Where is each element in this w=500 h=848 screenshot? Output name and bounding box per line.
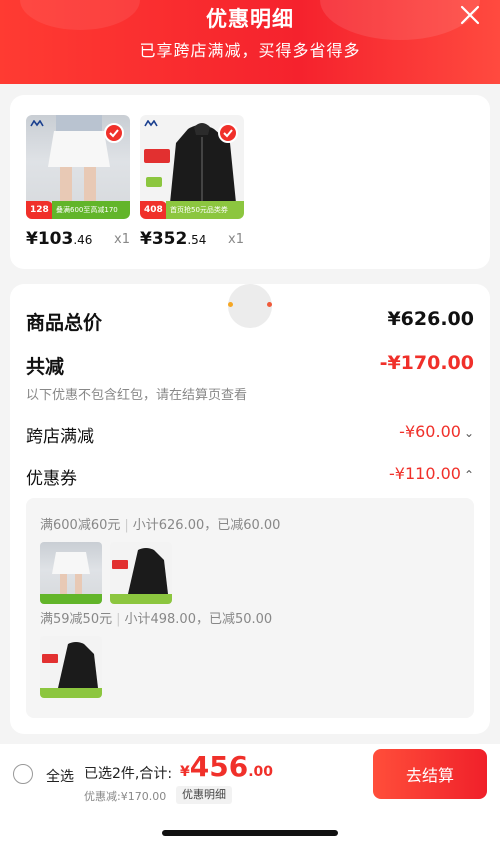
chevron-down-icon: ⌄: [463, 425, 474, 440]
cross-store-value: -¥60.00 ⌄: [399, 422, 474, 441]
checkout-bar: 全选 已选2件,合计: ¥456.00 优惠减:¥170.00 优惠明细 去结算: [0, 744, 500, 848]
chevron-up-icon: ⌃: [463, 467, 474, 482]
coupon-rule-line: 满600减60元 | 小计626.00，已减60.00: [40, 518, 281, 533]
loading-dot: [267, 302, 272, 307]
tag-price-badge: 128: [26, 201, 53, 219]
header-banner: 优惠明细 已享跨店满减，买得多省得多: [0, 0, 500, 84]
jacket-figure-icon: [40, 642, 102, 698]
coupon-value: -¥110.00 ⌃: [389, 464, 474, 483]
product-image: 128 叠满600至高减170: [26, 115, 130, 219]
discount-summary-card: 商品总价 ¥626.00 共减 -¥170.00 以下优惠不包含红包，请在结算页…: [10, 284, 490, 734]
product-price: ¥352.54: [140, 229, 207, 249]
discount-amount-label: 优惠减:¥170.00: [84, 790, 167, 803]
selected-check-icon[interactable]: [104, 123, 124, 143]
product-item[interactable]: 408 首页抢50元品类券 ¥352.54 x1: [140, 115, 244, 249]
selected-count-label: 已选2件,合计:: [84, 766, 173, 782]
jacket-figure-icon: [110, 548, 172, 604]
product-quantity: x1: [114, 232, 130, 247]
select-all-label[interactable]: 全选: [46, 766, 74, 786]
page-title: 优惠明细: [206, 7, 294, 31]
product-quantity: x1: [228, 232, 244, 247]
promo-strip: 首页抢50元品类券: [166, 201, 244, 219]
promo-strip: 叠满600至高减170: [52, 201, 130, 219]
close-icon[interactable]: [458, 3, 482, 27]
product-list-card: 128 叠满600至高减170 ¥103.46 x1 408 首页抢50元品类券: [10, 95, 490, 269]
product-image: 408 首页抢50元品类券: [140, 115, 244, 219]
cross-store-row[interactable]: 跨店满减 -¥60.00 ⌄: [26, 422, 474, 447]
coupon-product-thumb: [40, 542, 102, 604]
product-item[interactable]: 128 叠满600至高减170 ¥103.46 x1: [26, 115, 130, 249]
total-discount-value: -¥170.00: [379, 352, 474, 374]
page-subtitle: 已享跨店满减，买得多省得多: [139, 41, 361, 60]
coupon-rule-line: 满59减50元 | 小计498.00，已减50.00: [40, 612, 273, 627]
total-price-row: 商品总价 ¥626.00: [26, 308, 474, 335]
discount-note: 以下优惠不包含红包，请在结算页查看: [26, 388, 248, 403]
tag-price-badge: 408: [140, 201, 167, 219]
select-all-radio[interactable]: [13, 764, 33, 784]
coupon-product-thumb: [110, 542, 172, 604]
skirt-figure-icon: [40, 552, 102, 604]
coupon-detail-box: 满600减60元 | 小计626.00，已减60.00 满59减50元 | 小计498.…: [26, 498, 474, 718]
coupon-product-thumb: [40, 636, 102, 698]
total-price-value: ¥626.00: [387, 308, 474, 330]
home-indicator: [162, 830, 338, 836]
loading-dot: [228, 302, 233, 307]
selected-check-icon[interactable]: [218, 123, 238, 143]
coupon-row[interactable]: 优惠券 -¥110.00 ⌃: [26, 464, 474, 489]
checkout-button[interactable]: 去结算: [373, 749, 487, 799]
total-discount-row: 共减 -¥170.00: [26, 352, 474, 379]
checkout-total: ¥456.00: [180, 750, 274, 783]
discount-detail-button[interactable]: 优惠明细: [176, 786, 232, 804]
product-price: ¥103.46: [26, 229, 93, 249]
